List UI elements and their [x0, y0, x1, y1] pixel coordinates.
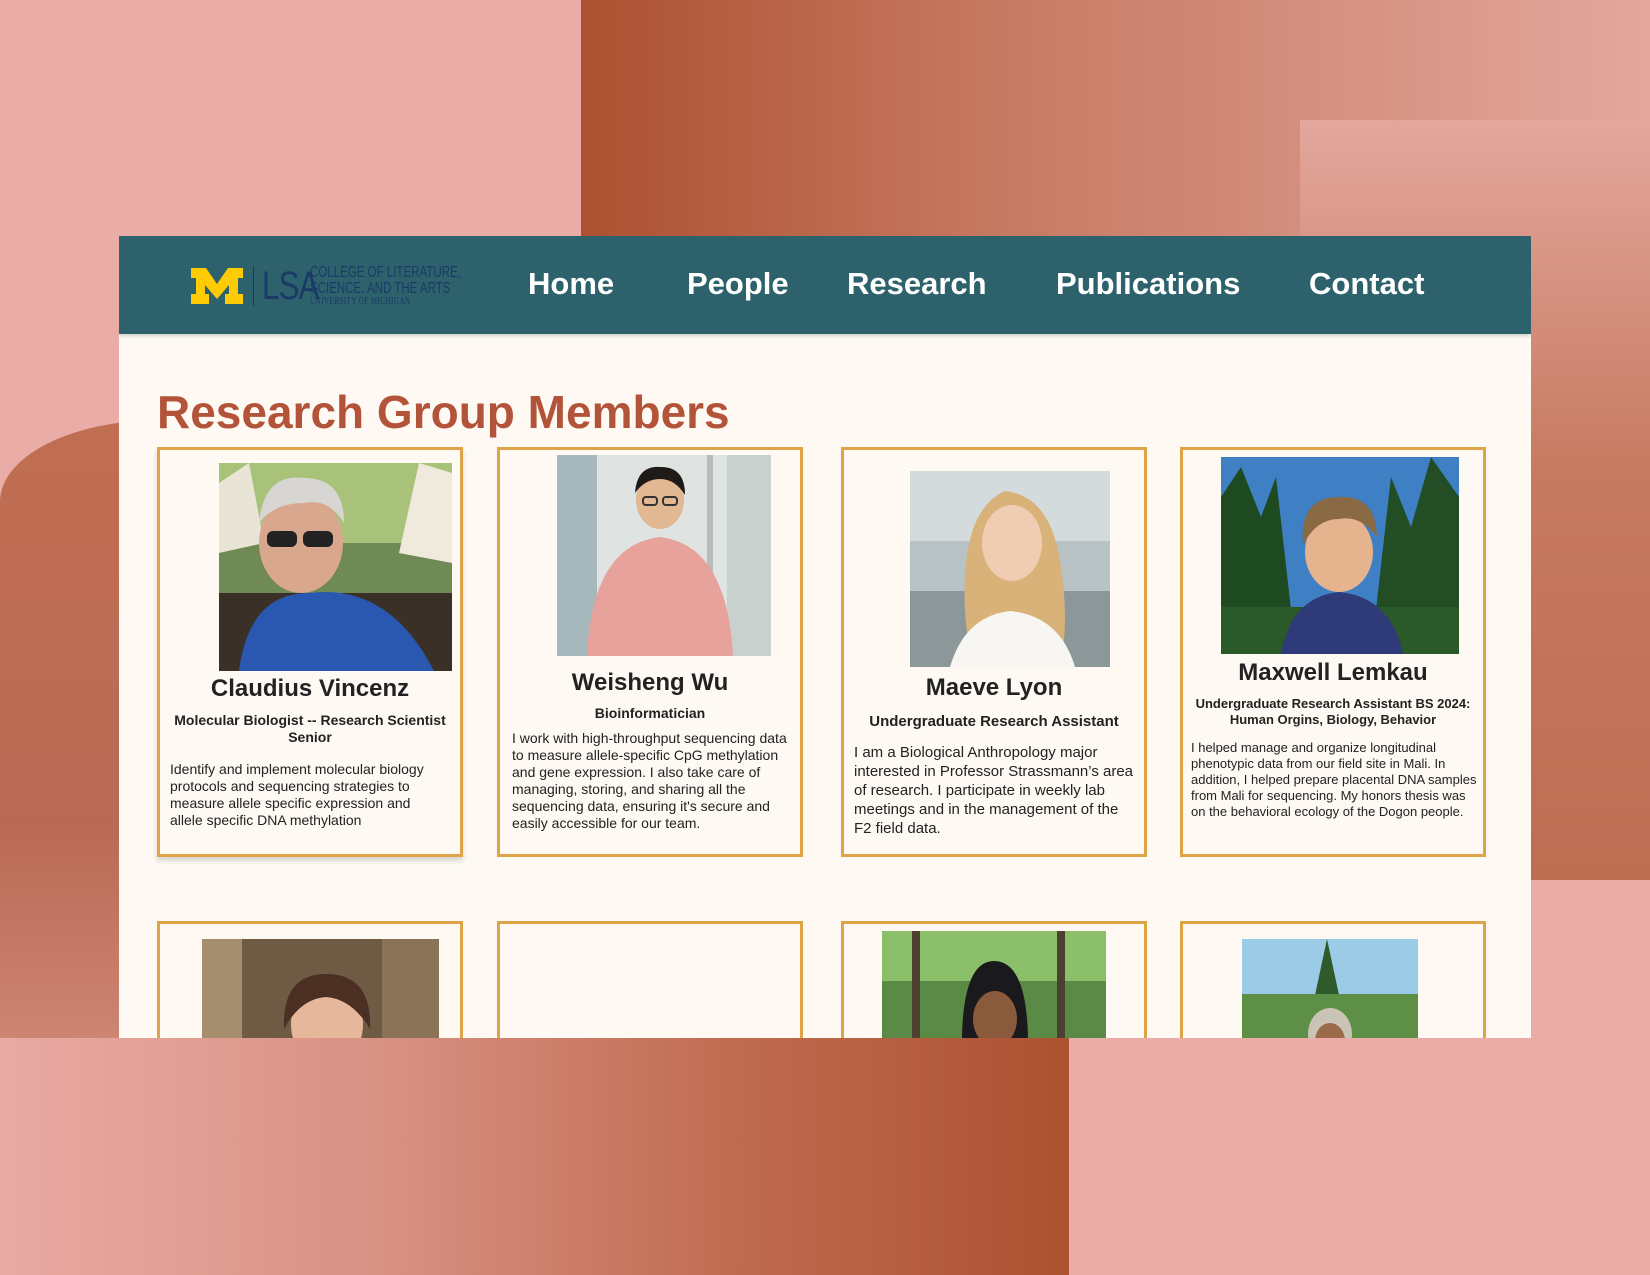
member-card[interactable] — [157, 921, 463, 1038]
background-bottom-band — [0, 1038, 1069, 1275]
page-title: Research Group Members — [157, 386, 730, 438]
member-photo — [1242, 939, 1418, 1038]
member-card[interactable]: Weisheng Wu Bioinformatician I work with… — [497, 447, 803, 857]
member-role: Undergraduate Research Assistant — [869, 713, 1119, 730]
member-photo — [219, 463, 452, 671]
member-card[interactable] — [1180, 921, 1486, 1038]
member-card[interactable]: Maeve Lyon Undergraduate Research Assist… — [841, 447, 1147, 857]
logo-college-line2: SCIENCE, AND THE ARTS — [310, 280, 451, 297]
member-photo — [882, 931, 1106, 1038]
member-bio: I am a Biological Anthropology major int… — [854, 744, 1134, 837]
member-card[interactable]: Claudius Vincenz Molecular Biologist -- … — [157, 447, 463, 857]
logo-lsa-text: LSA — [262, 264, 319, 308]
member-name: Maeve Lyon — [925, 674, 1063, 701]
member-name: Claudius Vincenz — [210, 675, 410, 702]
nav-people[interactable]: People — [687, 264, 789, 304]
member-card[interactable] — [497, 921, 803, 1038]
logo-college-text: COLLEGE OF LITERATURE, SCIENCE, AND THE … — [310, 265, 461, 307]
nav-publications[interactable]: Publications — [1056, 264, 1240, 304]
member-role: Bioinformatician — [594, 705, 706, 721]
member-photo — [910, 471, 1110, 667]
member-card[interactable]: Maxwell Lemkau Undergraduate Research As… — [1180, 447, 1486, 857]
member-card[interactable] — [841, 921, 1147, 1038]
nav-contact[interactable]: Contact — [1309, 264, 1424, 304]
member-photo — [202, 939, 439, 1038]
member-role: Undergraduate Research Assistant BS 2024… — [1195, 696, 1471, 727]
member-bio: I work with high-throughput sequencing d… — [512, 730, 787, 831]
member-photo — [557, 455, 771, 656]
logo-university: UNIVERSITY OF MICHIGAN — [310, 296, 411, 307]
member-bio: Identify and implement molecular biology… — [170, 761, 424, 828]
member-name: Weisheng Wu — [571, 669, 729, 696]
member-photo — [1221, 457, 1459, 654]
top-navigation-bar: LSA COLLEGE OF LITERATURE, SCIENCE, AND … — [119, 236, 1531, 334]
lsa-logo[interactable]: LSA COLLEGE OF LITERATURE, SCIENCE, AND … — [189, 264, 520, 308]
logo-college-line1: COLLEGE OF LITERATURE, — [310, 264, 461, 281]
nav-research[interactable]: Research — [847, 264, 987, 304]
member-bio: I helped manage and organize longitudina… — [1191, 740, 1477, 819]
logo-divider — [253, 266, 254, 306]
website-window: LSA COLLEGE OF LITERATURE, SCIENCE, AND … — [119, 236, 1531, 1038]
nav-home[interactable]: Home — [528, 264, 614, 304]
member-role: Molecular Biologist -- Research Scientis… — [174, 712, 446, 745]
member-name: Maxwell Lemkau — [1238, 659, 1428, 686]
block-m-icon — [191, 268, 243, 304]
